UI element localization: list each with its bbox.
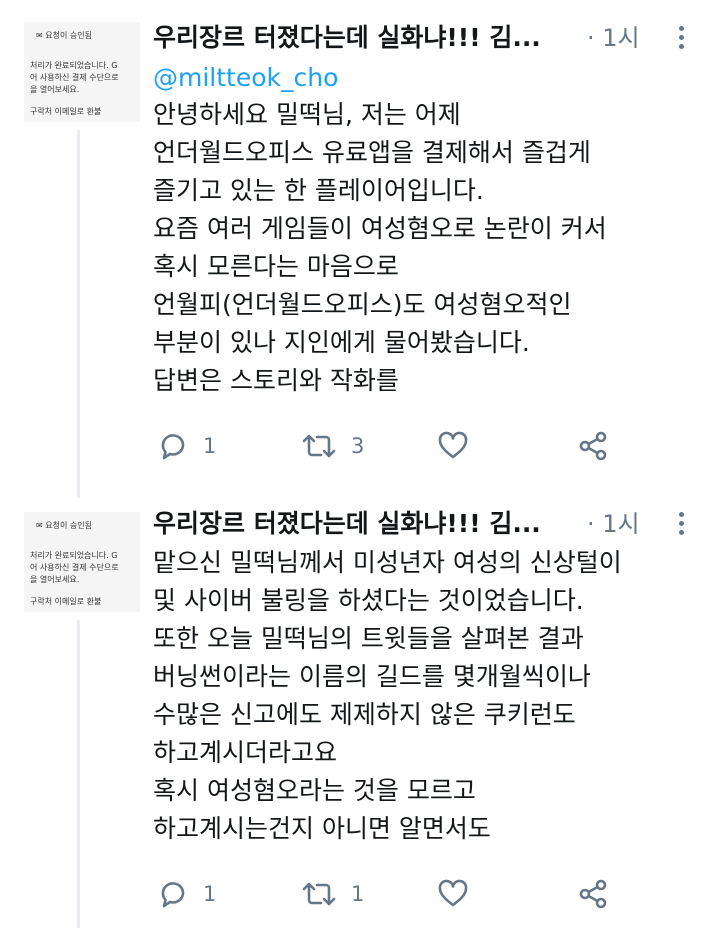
action-bar: 1 3 xyxy=(153,426,713,466)
reply-button[interactable]: 1 xyxy=(157,874,216,914)
more-icon[interactable] xyxy=(677,512,685,538)
share-icon xyxy=(577,878,609,910)
tweet-text-line: 및 사이버 불링을 하셨다는 것이었습니다. xyxy=(153,586,584,615)
retweet-count: 3 xyxy=(351,434,365,458)
tweet[interactable]: ✉ 요청이 승인됨 처리가 완료되었습니다. G 어 사용하신 결제 수단으로 … xyxy=(0,498,720,928)
timestamp[interactable]: · 1시 xyxy=(587,504,640,544)
avatar-text: 구락처 이메일로 환불 xyxy=(30,597,102,606)
like-icon xyxy=(437,878,469,910)
tweet-header: 우리장르 터졌다는데 실화냐!!! 김... · 1시 xyxy=(153,504,684,544)
more-icon[interactable] xyxy=(677,26,685,52)
tweet-text-line: 언더월드오피스 유료앱을 결제해서 즐겁게 xyxy=(153,138,591,167)
avatar[interactable]: ✉ 요청이 승인됨 처리가 완료되었습니다. G 어 사용하신 결제 수단으로 … xyxy=(24,512,140,612)
reply-count: 1 xyxy=(203,434,217,458)
retweet-button[interactable]: 1 xyxy=(301,874,364,914)
retweet-icon xyxy=(301,430,337,462)
reply-icon xyxy=(157,430,189,462)
author-name[interactable]: 우리장르 터졌다는데 실화냐!!! 김... xyxy=(153,18,541,58)
avatar[interactable]: ✉ 요청이 승인됨 처리가 완료되었습니다. G 어 사용하신 결제 수단으로 … xyxy=(24,22,140,122)
share-icon xyxy=(577,430,609,462)
avatar-text: 을 열어보세요. xyxy=(30,575,80,584)
avatar-text: 어 사용하신 결제 수단으로 xyxy=(30,73,119,82)
tweet-text-line: 안녕하세요 밀떡님, 저는 어제 xyxy=(153,100,461,129)
avatar-text: 구락처 이메일로 환불 xyxy=(30,107,102,116)
share-button[interactable] xyxy=(577,426,609,466)
timestamp[interactable]: · 1시 xyxy=(587,18,640,58)
mention-link[interactable]: @miltteok_cho xyxy=(153,59,338,97)
tweet-text-line: 부분이 있나 지인에게 물어봤습니다. xyxy=(153,328,530,357)
tweet-text-line: 혹시 여성혐오라는 것을 모르고 xyxy=(153,776,476,805)
avatar-text: 처리가 완료되었습니다. G xyxy=(30,61,118,70)
thread-line xyxy=(77,620,80,928)
tweet-text: 맡으신 밀떡님께서 미성년자 여성의 신상털이 및 사이버 불링을 하셨다는 것… xyxy=(153,544,713,848)
avatar-text: 처리가 완료되었습니다. G xyxy=(30,551,118,560)
avatar-text: 어 사용하신 결제 수단으로 xyxy=(30,563,119,572)
reply-icon xyxy=(157,878,189,910)
tweet-text-line: 또한 오늘 밀떡님의 트윗들을 살펴본 결과 xyxy=(153,624,584,653)
tweet[interactable]: ✉ 요청이 승인됨 처리가 완료되었습니다. G 어 사용하신 결제 수단으로 … xyxy=(0,0,720,498)
tweet-text-line: 언월피(언더월드오피스)도 여성혐오적인 xyxy=(153,290,572,319)
like-button[interactable] xyxy=(437,426,469,466)
retweet-button[interactable]: 3 xyxy=(301,426,364,466)
like-icon xyxy=(437,430,469,462)
retweet-count: 1 xyxy=(351,882,365,906)
tweet-text-line: 즐기고 있는 한 플레이어입니다. xyxy=(153,176,484,205)
avatar-text: ✉ 요청이 승인됨 xyxy=(36,521,92,530)
author-name[interactable]: 우리장르 터졌다는데 실화냐!!! 김... xyxy=(153,504,541,544)
tweet-text-line: 답변은 스토리와 작화를 xyxy=(153,366,399,395)
thread-line xyxy=(77,130,80,498)
tweet-text-line: 수많은 신고에도 제제하지 않은 쿠키런도 xyxy=(153,700,576,729)
tweet-text-line: 요즘 여러 게임들이 여성혐오로 논란이 커서 xyxy=(153,214,607,243)
like-button[interactable] xyxy=(437,874,469,914)
tweet-text-line: 버닝썬이라는 이름의 길드를 몇개월씩이나 xyxy=(153,662,591,691)
retweet-icon xyxy=(301,878,337,910)
tweet-text-line: 하고계시더라고요 xyxy=(153,738,338,767)
tweet-text-line: 하고계시는건지 아니면 알면서도 xyxy=(153,814,491,843)
avatar-text: 을 열어보세요. xyxy=(30,85,80,94)
tweet-text-line: 혹시 모른다는 마음으로 xyxy=(153,252,399,281)
tweet-text-line: 맡으신 밀떡님께서 미성년자 여성의 신상털이 xyxy=(153,548,622,577)
share-button[interactable] xyxy=(577,874,609,914)
action-bar: 1 1 xyxy=(153,874,713,914)
reply-button[interactable]: 1 xyxy=(157,426,216,466)
reply-count: 1 xyxy=(203,882,217,906)
tweet-text: 안녕하세요 밀떡님, 저는 어제 언더월드오피스 유료앱을 결제해서 즐겁게 즐… xyxy=(153,96,713,400)
avatar-text: ✉ 요청이 승인됨 xyxy=(36,31,92,40)
tweet-header: 우리장르 터졌다는데 실화냐!!! 김... · 1시 xyxy=(153,18,684,58)
